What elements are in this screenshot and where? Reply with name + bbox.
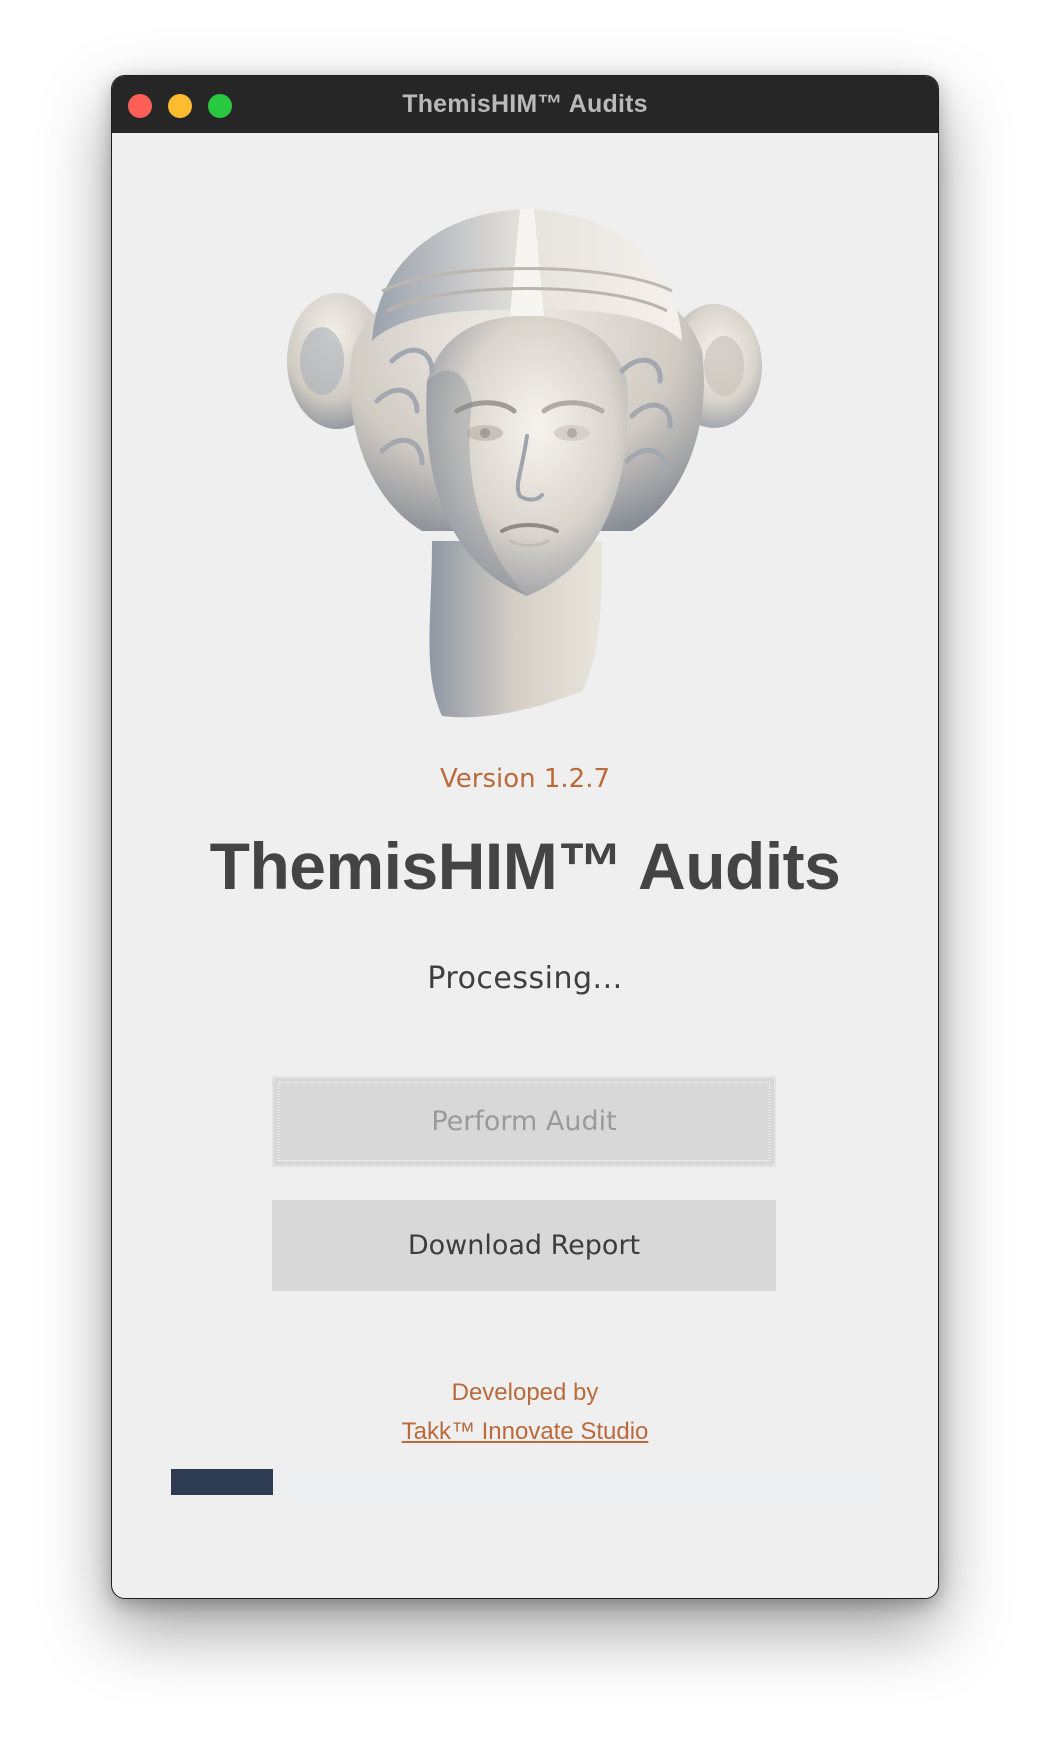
app-window: ThemisHIM™ Audits Version 1.2.7 ThemisHI… xyxy=(111,75,939,1599)
window-title: ThemisHIM™ Audits xyxy=(402,90,648,118)
progress-bar xyxy=(171,1469,877,1495)
themis-bust-icon xyxy=(287,209,762,718)
progress-fill xyxy=(171,1469,274,1495)
developed-by-label: Developed by xyxy=(451,1379,599,1406)
page-title: ThemisHIM™ Audits xyxy=(209,829,841,903)
status-text: Processing... xyxy=(427,961,623,996)
version-label: Version 1.2.7 xyxy=(439,764,611,794)
title-bar[interactable]: ThemisHIM™ Audits xyxy=(112,76,938,133)
studio-link[interactable]: Takk™ Innovate Studio xyxy=(112,1418,938,1446)
perform-audit-button[interactable]: Perform Audit xyxy=(272,1076,776,1167)
download-report-button[interactable]: Download Report xyxy=(272,1200,776,1291)
